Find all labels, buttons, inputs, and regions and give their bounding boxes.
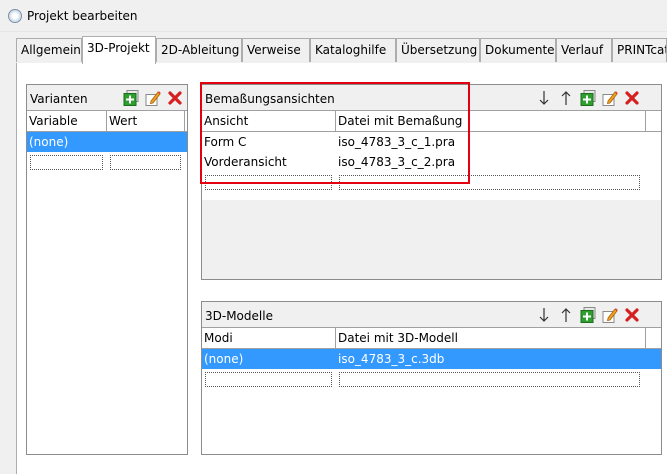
tab-content-3d-projekt: Varianten Variable Wert (none) Bemaßungs…	[16, 63, 667, 474]
varianten-grid: (none)	[27, 132, 187, 454]
column-header-modi[interactable]: Modi	[202, 328, 336, 349]
tab-uebersetzung[interactable]: Übersetzung	[396, 38, 480, 62]
add-green-icon[interactable]	[579, 89, 597, 107]
new-row	[27, 152, 187, 172]
edit-pencil-icon[interactable]	[144, 89, 162, 107]
bemassungsansichten-toolbar	[535, 89, 655, 107]
cell-datei: iso_4783_3_c.3db	[338, 352, 445, 366]
varianten-toolbar	[122, 89, 184, 107]
tab-kataloghilfe[interactable]: Kataloghilfe	[310, 38, 396, 62]
move-down-arrow-icon[interactable]	[535, 306, 553, 324]
tab-3d-projekt[interactable]: 3D-Projekt	[82, 36, 156, 64]
table-row[interactable]: (none) iso_4783_3_c.3db	[202, 349, 661, 369]
new-row-input-datei[interactable]	[339, 372, 640, 387]
table-row[interactable]: (none)	[27, 132, 187, 152]
new-row-input-wert[interactable]	[110, 155, 181, 170]
highlight-box	[200, 82, 470, 184]
tab-verlauf[interactable]: Verlauf	[556, 38, 612, 62]
window-title: Projekt bearbeiten	[27, 9, 138, 23]
cell-variable: (none)	[29, 135, 69, 149]
new-row-input-modi[interactable]	[205, 372, 332, 387]
tab-strip: Allgemein 3D-Projekt 2D-Ableitung Verwei…	[16, 36, 667, 64]
cell-wert	[107, 132, 185, 152]
edit-pencil-icon[interactable]	[601, 89, 619, 107]
varianten-title: Varianten	[30, 92, 88, 106]
tab-dokumente[interactable]: Dokumente	[480, 38, 556, 62]
column-header-wert[interactable]: Wert	[107, 111, 185, 132]
delete-red-x-icon[interactable]	[166, 89, 184, 107]
new-row-input-variable[interactable]	[30, 155, 103, 170]
move-up-arrow-icon[interactable]	[557, 306, 575, 324]
varianten-grid-header: Variable Wert	[27, 110, 187, 132]
tab-printcatalog[interactable]: PRINTcatalog	[612, 38, 667, 62]
3d-modelle-grid: (none) iso_4783_3_c.3db	[202, 349, 661, 454]
3d-modelle-panel: 3D-Modelle Modi Datei mit 3D-Modell (non…	[201, 301, 662, 455]
column-header-variable[interactable]: Variable	[27, 111, 107, 132]
move-up-arrow-icon[interactable]	[557, 89, 575, 107]
tab-allgemein[interactable]: Allgemein	[16, 38, 82, 62]
add-green-icon[interactable]	[579, 306, 597, 324]
delete-red-x-icon[interactable]	[623, 306, 641, 324]
column-header-datei-mit-3d-modell[interactable]: Datei mit 3D-Modell	[336, 328, 646, 349]
app-circle-icon	[8, 9, 22, 23]
new-row	[202, 369, 661, 389]
cell-modi: (none)	[204, 352, 244, 366]
move-down-arrow-icon[interactable]	[535, 89, 553, 107]
edit-pencil-icon[interactable]	[601, 306, 619, 324]
tab-2d-ableitung[interactable]: 2D-Ableitung	[156, 38, 242, 62]
3d-modelle-title: 3D-Modelle	[205, 309, 273, 323]
window-titlebar: Projekt bearbeiten	[0, 0, 667, 32]
delete-red-x-icon[interactable]	[623, 89, 641, 107]
3d-modelle-grid-header: Modi Datei mit 3D-Modell	[202, 327, 661, 349]
add-green-icon[interactable]	[122, 89, 140, 107]
tab-verweise[interactable]: Verweise	[242, 38, 310, 62]
3d-modelle-toolbar	[535, 306, 655, 324]
varianten-panel: Varianten Variable Wert (none)	[26, 84, 188, 455]
